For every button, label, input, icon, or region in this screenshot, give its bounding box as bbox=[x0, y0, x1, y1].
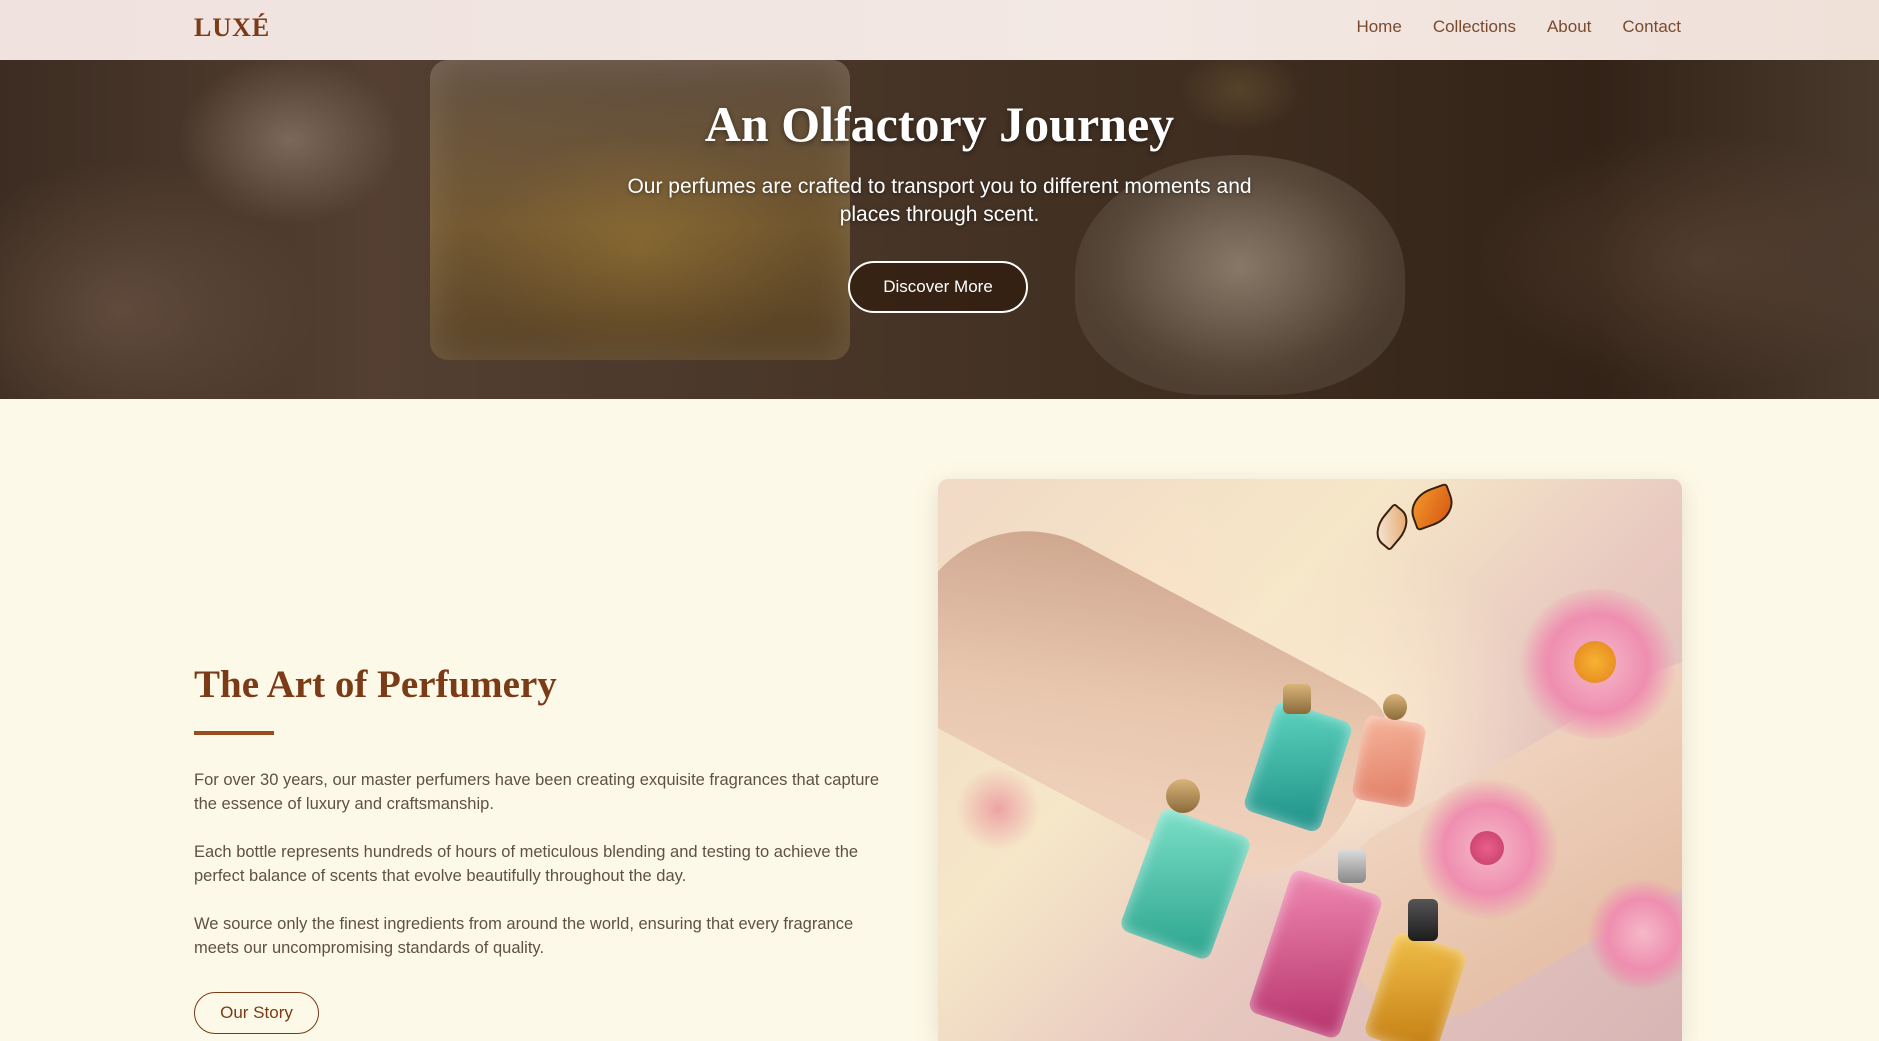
about-paragraph: We source only the finest ingredients fr… bbox=[194, 915, 854, 957]
perfume-bottles-on-wrist-image bbox=[938, 479, 1682, 1041]
bottle-cap bbox=[1408, 899, 1438, 941]
bottle-cap bbox=[1283, 684, 1311, 714]
nav-link-about[interactable]: About bbox=[1547, 17, 1591, 37]
bottle-cap bbox=[1338, 849, 1366, 883]
butterfly-wing bbox=[1368, 502, 1416, 552]
nav-link-contact[interactable]: Contact bbox=[1622, 17, 1681, 37]
nav-link-collections[interactable]: Collections bbox=[1433, 17, 1516, 37]
pink-flower-decoration bbox=[1588, 879, 1682, 989]
our-story-button[interactable]: Our Story bbox=[194, 992, 319, 1034]
hero-banner: An Olfactory Journey Our perfumes are cr… bbox=[0, 60, 1879, 399]
flower-center-decoration bbox=[1574, 641, 1616, 683]
nav-link-home[interactable]: Home bbox=[1356, 17, 1401, 37]
discover-more-button[interactable]: Discover More bbox=[848, 261, 1028, 313]
title-underline-divider bbox=[194, 731, 274, 735]
pink-perfume-bottle bbox=[1247, 867, 1384, 1041]
section-title: The Art of Perfumery bbox=[194, 663, 557, 706]
hero-title: An Olfactory Journey bbox=[704, 96, 1175, 152]
about-paragraph: Each bottle represents hundreds of hours… bbox=[194, 843, 859, 885]
peach-perfume-bottle bbox=[1351, 714, 1427, 809]
nav-links: Home Collections About Contact bbox=[1356, 17, 1681, 37]
flower-center-decoration bbox=[1470, 831, 1504, 865]
butterfly-wing bbox=[1405, 482, 1459, 532]
top-navigation-bar: LUXÉ Home Collections About Contact bbox=[0, 0, 1879, 60]
hero-content: An Olfactory Journey Our perfumes are cr… bbox=[0, 60, 1879, 399]
about-paragraph: For over 30 years, our master perfumers … bbox=[194, 771, 880, 813]
hero-subtitle: Our perfumes are crafted to transport yo… bbox=[627, 175, 1252, 226]
bottle-cap bbox=[1166, 779, 1200, 813]
bottle-cap bbox=[1383, 694, 1407, 720]
brand-logo[interactable]: LUXÉ bbox=[194, 13, 270, 43]
